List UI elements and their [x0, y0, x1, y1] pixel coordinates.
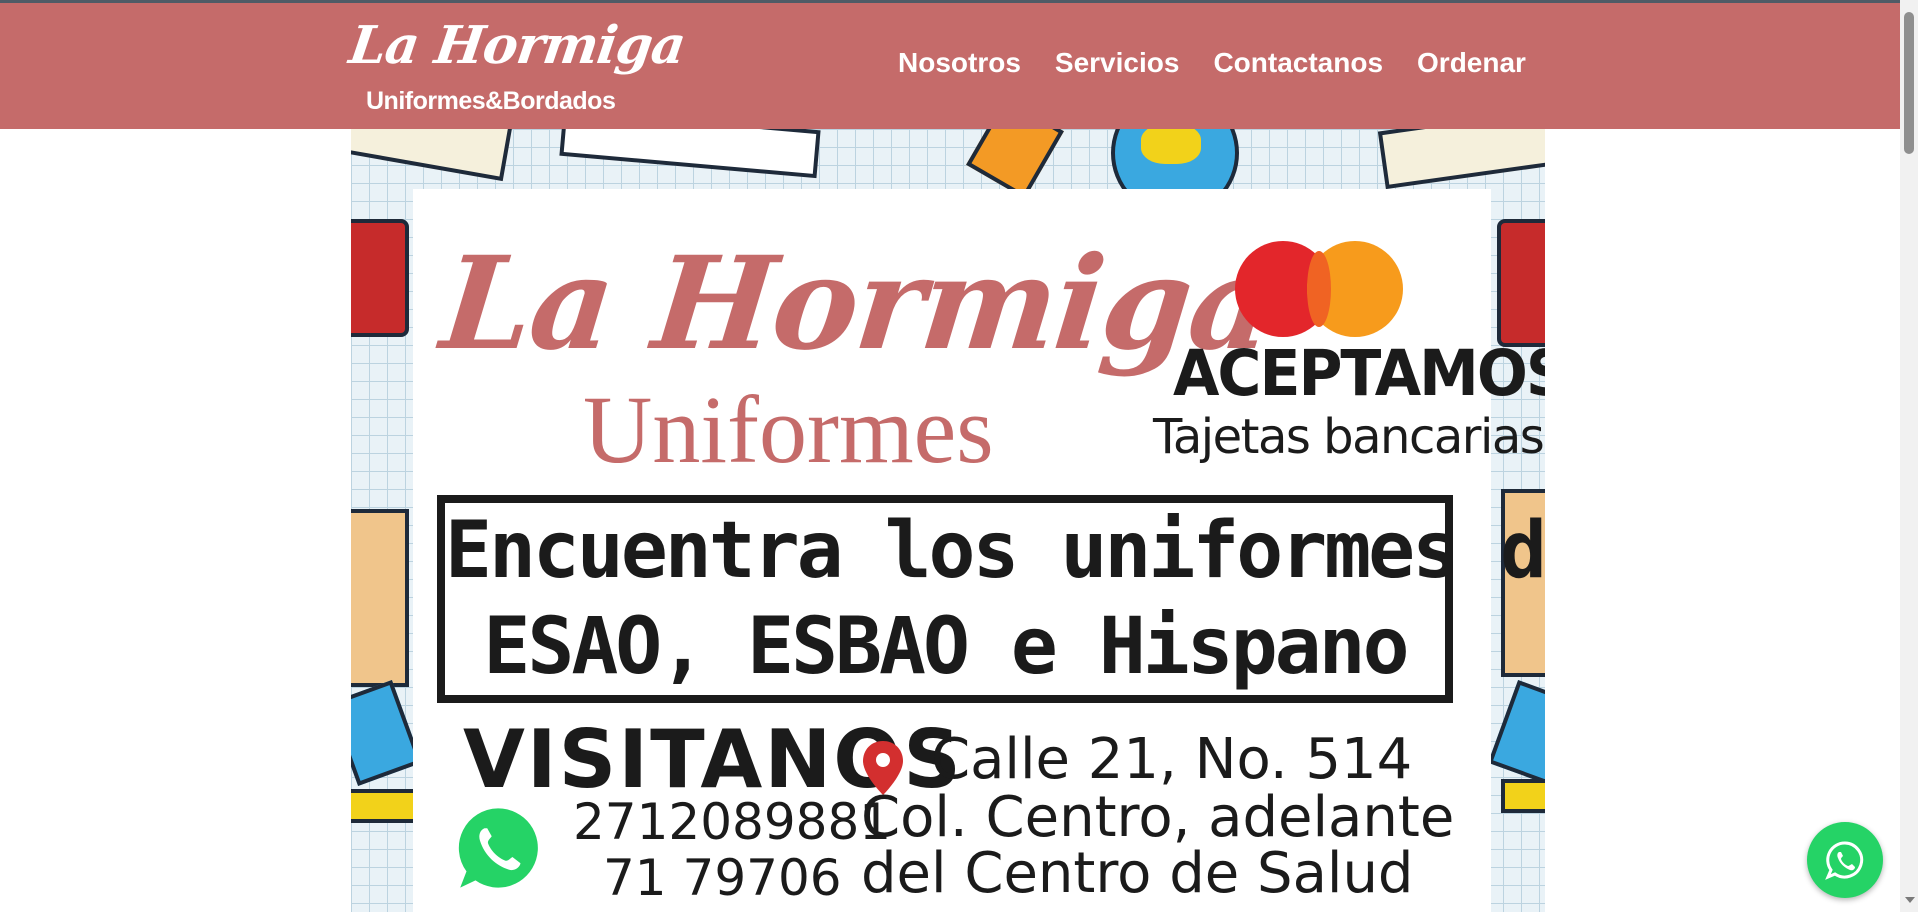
backpack-doodle-left: [351, 219, 409, 337]
set-square-doodle-right: [1488, 680, 1545, 786]
globe-land-doodle: [1141, 129, 1201, 164]
scrollbar-thumb[interactable]: [1904, 12, 1914, 154]
book-doodle: [351, 129, 513, 182]
logo-title: La Hormiga: [345, 15, 689, 76]
hero-banner-image: La Hormiga Uniformes ACEPTAMOS Tajetas b…: [351, 129, 1545, 912]
whatsapp-icon: [458, 808, 538, 888]
uniforms-message-box: Encuentra los uniformes de ESAO, ESBAO e…: [437, 495, 1545, 703]
banner-card: La Hormiga Uniformes ACEPTAMOS Tajetas b…: [413, 189, 1545, 912]
protractor-doodle: [351, 680, 422, 786]
ruler-doodle: [559, 129, 821, 179]
whatsapp-float-button[interactable]: [1807, 822, 1883, 898]
logo-subtitle: Uniformes&Bordados: [366, 87, 616, 115]
pencil-doodle-left: [351, 789, 419, 823]
banner-brand-title: La Hormiga: [435, 229, 1279, 379]
accept-cards-text: Tajetas bancarias: [1153, 409, 1545, 465]
banner-brand-subtitle: Uniformes: [583, 376, 994, 483]
backpack-doodle-right: [1497, 219, 1545, 347]
nav-link-contactanos[interactable]: Contactanos: [1213, 47, 1383, 79]
mastercard-logo: [1235, 241, 1405, 337]
message-line-1: Encuentra los uniformes de: [445, 506, 1545, 596]
accept-heading: ACEPTAMOS: [1173, 337, 1545, 411]
nav-link-nosotros[interactable]: Nosotros: [898, 47, 1021, 79]
vertical-scrollbar[interactable]: [1900, 0, 1918, 912]
message-line-2: ESAO, ESBAO e Hispano: [483, 602, 1409, 692]
site-logo[interactable]: La Hormiga Uniformes&Bordados: [346, 15, 689, 120]
books-stack-doodle-left: [351, 509, 409, 687]
nav-link-servicios[interactable]: Servicios: [1055, 47, 1180, 79]
main-nav: Nosotros Servicios Contactanos Ordenar: [898, 47, 1526, 79]
pencil-doodle-right: [1501, 779, 1545, 813]
nav-link-ordenar[interactable]: Ordenar: [1417, 47, 1526, 79]
book-doodle-right: [1377, 129, 1545, 190]
whatsapp-icon: [1825, 841, 1864, 880]
address-line-3: del Centro de Salud: [861, 841, 1414, 906]
phone-number-2: 71 79706: [603, 849, 842, 907]
scroll-down-arrow-icon[interactable]: [1905, 897, 1915, 903]
phone-number-1: 2712089881: [573, 793, 892, 851]
site-header: La Hormiga Uniformes&Bordados Nosotros S…: [0, 3, 1900, 129]
address-line-1: Calle 21, No. 514: [931, 727, 1413, 792]
